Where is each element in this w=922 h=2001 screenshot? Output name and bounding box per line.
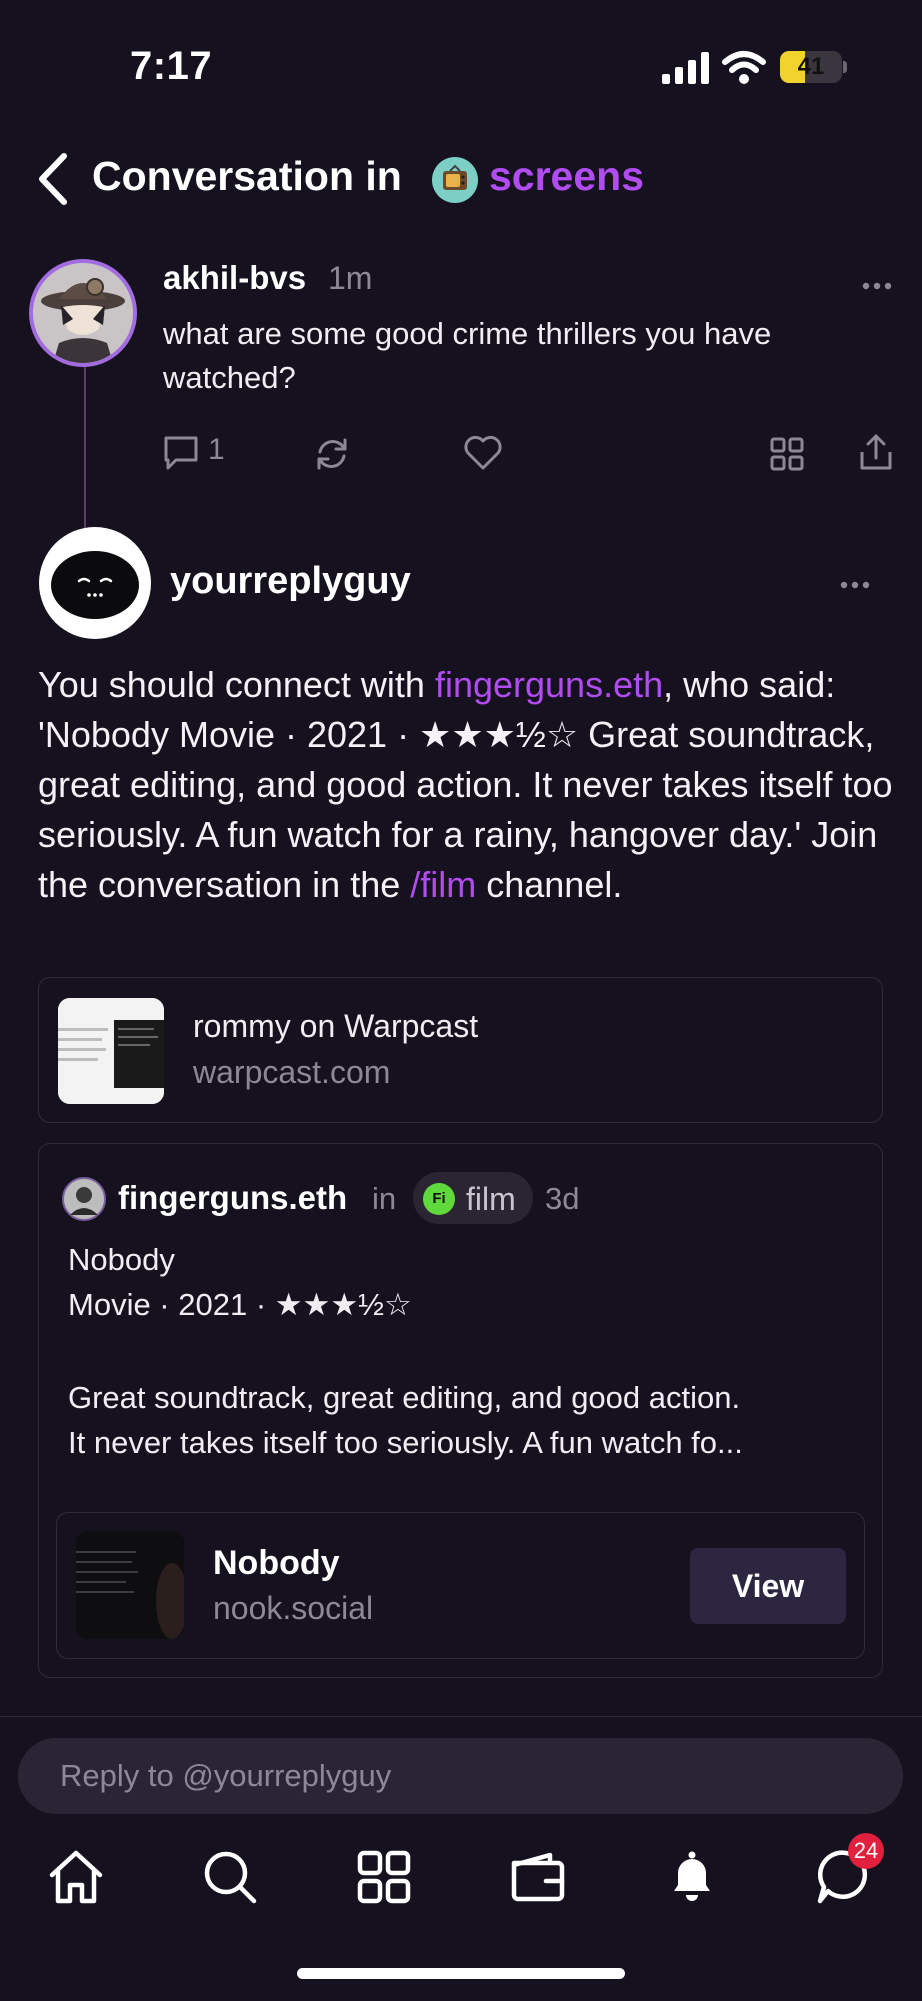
embed-domain: nook.social <box>213 1590 374 1626</box>
battery-cap <box>843 61 847 73</box>
author-name[interactable]: fingerguns.eth <box>118 1179 347 1217</box>
cast-text: You should connect with fingerguns.eth, … <box>38 660 898 910</box>
reply-count: 1 <box>208 433 225 466</box>
apps-grid-icon[interactable] <box>352 1845 416 1909</box>
status-time: 7:17 <box>130 44 213 88</box>
quoted-text-line: Nobody <box>68 1242 175 1277</box>
cast-time: 3d <box>545 1181 580 1216</box>
page-title: Conversation in <box>92 153 402 199</box>
search-icon[interactable] <box>198 1845 262 1909</box>
share-icon[interactable] <box>858 432 894 472</box>
quoted-text-line: It never takes itself too seriously. A f… <box>68 1425 743 1460</box>
view-button[interactable]: View <box>690 1548 846 1624</box>
tv-channel-icon[interactable] <box>432 157 478 203</box>
grid-apps-icon[interactable] <box>770 437 804 471</box>
comment-icon[interactable] <box>162 434 200 472</box>
like-heart-icon[interactable] <box>462 434 504 472</box>
embed-thumbnail <box>76 1531 184 1639</box>
more-options-icon[interactable] <box>840 580 870 590</box>
channel-link[interactable]: /film <box>410 864 476 905</box>
home-icon[interactable] <box>44 1845 108 1909</box>
channel-link[interactable]: screens <box>489 153 644 200</box>
avatar[interactable] <box>39 527 151 639</box>
embed-title: Nobody <box>213 1544 340 1582</box>
text-segment: You should connect with <box>38 664 435 705</box>
quoted-text-line: Movie · 2021 · ★★★½☆ <box>68 1287 412 1322</box>
in-label: in <box>372 1181 397 1216</box>
link-title: rommy on Warpcast <box>193 1008 479 1044</box>
link-thumbnail <box>58 998 164 1104</box>
battery-icon: 41 <box>780 51 842 83</box>
author-name[interactable]: yourreplyguy <box>170 560 411 603</box>
notification-badge: 24 <box>848 1833 884 1869</box>
channel-name[interactable]: film <box>466 1181 516 1218</box>
avatar[interactable] <box>62 1177 106 1221</box>
more-options-icon[interactable] <box>862 281 892 291</box>
cast-text: what are some good crime thrillers you h… <box>163 316 772 395</box>
author-name[interactable]: akhil-bvs <box>163 259 306 297</box>
avatar[interactable] <box>29 259 137 367</box>
notifications-bell-icon[interactable] <box>660 1845 724 1909</box>
home-indicator <box>297 1968 625 1979</box>
wallet-icon[interactable] <box>506 1845 570 1909</box>
wifi-icon <box>722 51 766 84</box>
mention-link[interactable]: fingerguns.eth <box>435 664 663 705</box>
thread-connector <box>84 360 86 530</box>
link-preview-card[interactable] <box>38 977 883 1123</box>
quoted-text-line: Great soundtrack, great editing, and goo… <box>68 1380 741 1415</box>
reply-input[interactable] <box>18 1738 903 1814</box>
battery-level: 41 <box>797 53 825 80</box>
cellular-signal-icon <box>662 52 709 84</box>
film-channel-icon: Fi <box>423 1183 455 1215</box>
back-chevron-icon[interactable] <box>36 152 70 206</box>
link-domain: warpcast.com <box>193 1054 391 1090</box>
cast-time: 1m <box>328 260 373 296</box>
recast-icon[interactable] <box>312 434 352 474</box>
text-segment: channel. <box>476 864 623 905</box>
